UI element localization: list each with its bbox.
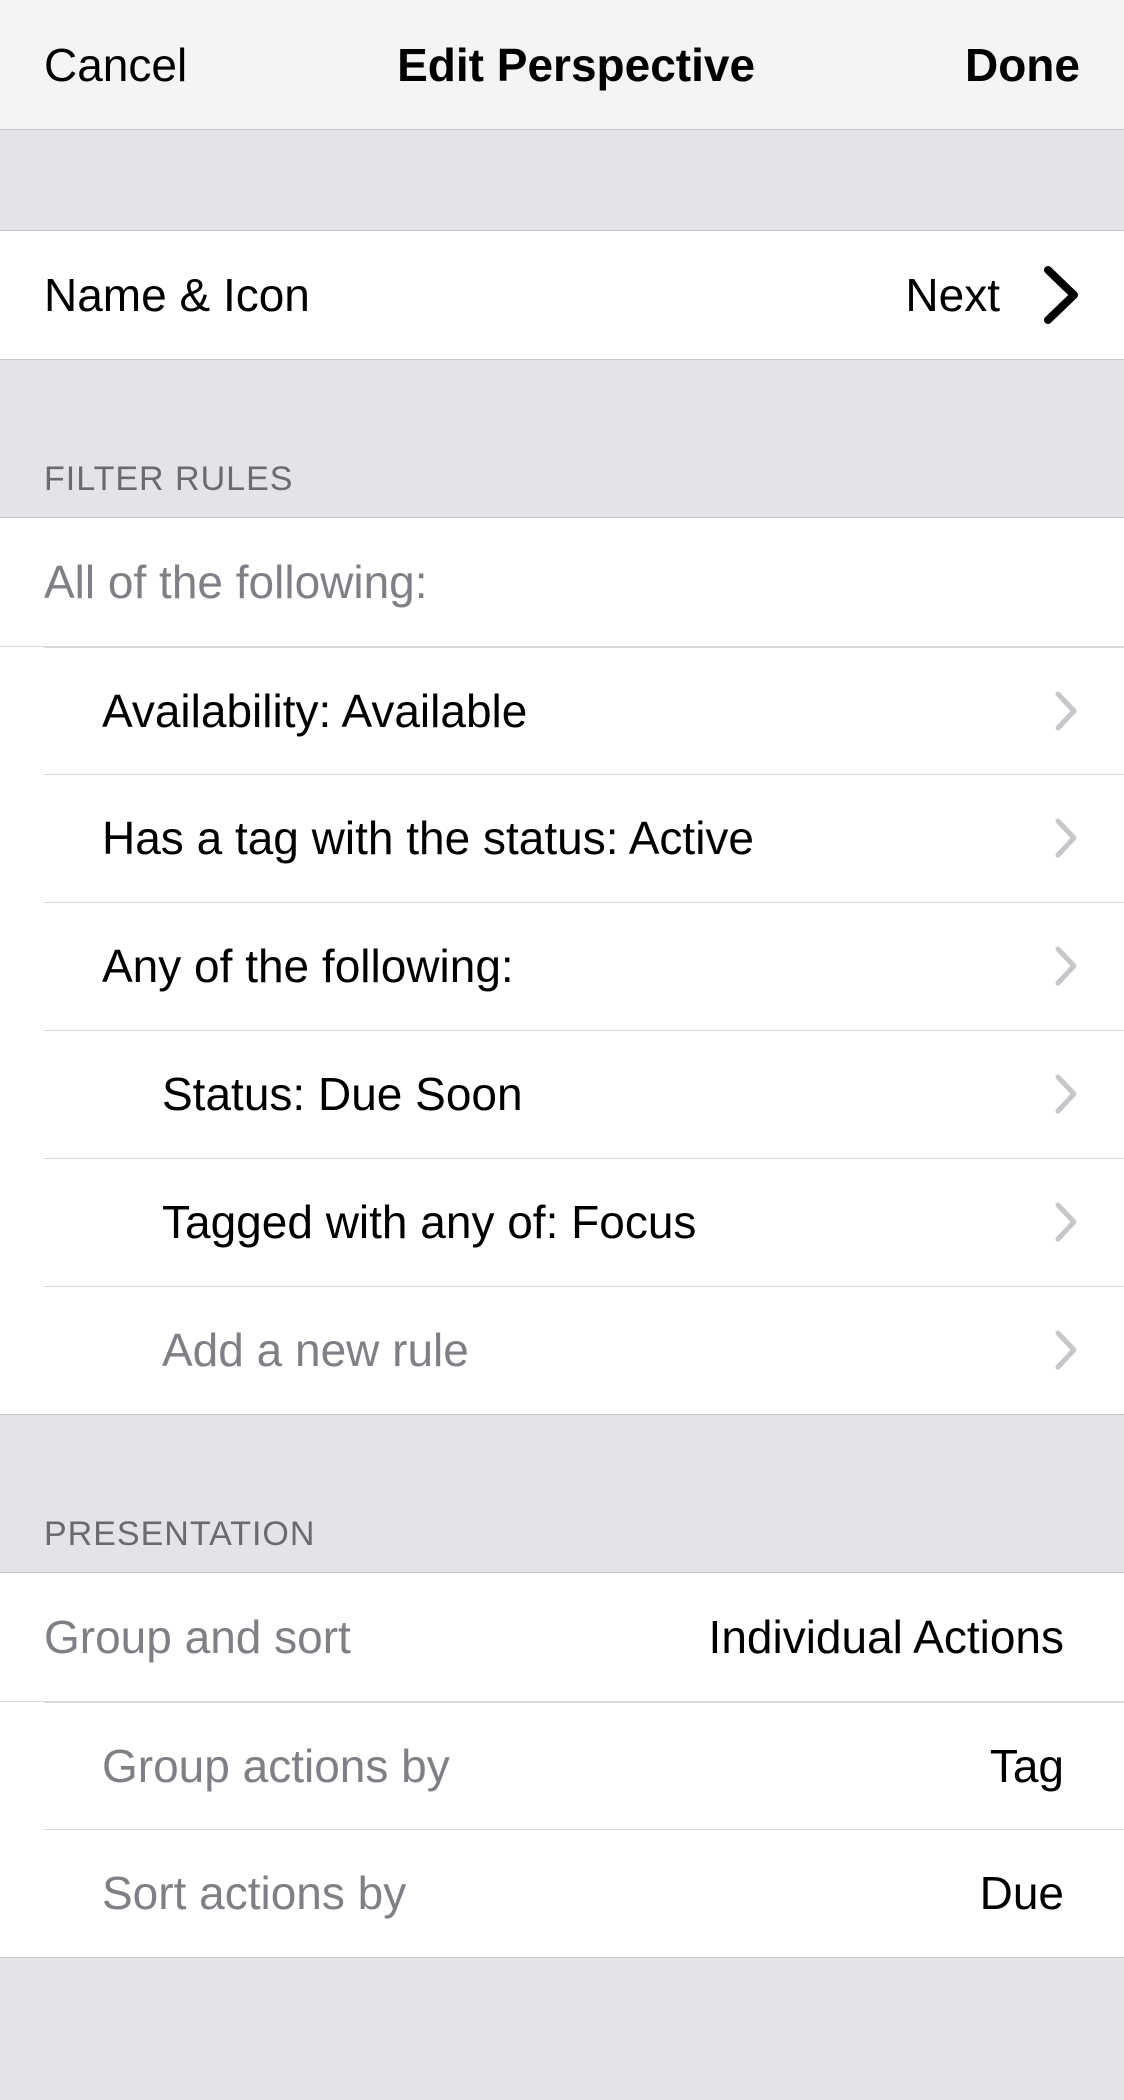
name-icon-value: Next <box>905 268 1000 322</box>
presentation-label: Group and sort <box>44 1610 351 1664</box>
chevron-right-icon <box>1052 1327 1080 1373</box>
section-gap <box>0 1958 1124 2078</box>
presentation-header: PRESENTATION <box>0 1515 1124 1572</box>
presentation-group-by[interactable]: Group actions by Tag <box>0 1701 1124 1829</box>
section-gap <box>0 1415 1124 1515</box>
filter-top-rule[interactable]: All of the following: <box>0 518 1124 646</box>
name-icon-group: Name & Icon Next <box>0 230 1124 360</box>
filter-rule-label: Has a tag with the status: Active <box>102 811 754 865</box>
filter-rule-tag-active[interactable]: Has a tag with the status: Active <box>0 774 1124 902</box>
filter-rule-label: Add a new rule <box>162 1323 469 1377</box>
chevron-right-icon <box>1052 1071 1080 1117</box>
section-gap <box>0 130 1124 230</box>
navbar: Cancel Edit Perspective Done <box>0 0 1124 130</box>
done-button[interactable]: Done <box>965 38 1080 92</box>
presentation-label: Group actions by <box>102 1739 450 1793</box>
filter-rule-any-group[interactable]: Any of the following: <box>0 902 1124 1030</box>
chevron-right-icon <box>1052 688 1080 734</box>
filter-rule-label: Tagged with any of: Focus <box>162 1195 696 1249</box>
filter-rule-add-new[interactable]: Add a new rule <box>0 1286 1124 1414</box>
presentation-sort-by[interactable]: Sort actions by Due <box>0 1829 1124 1957</box>
filter-rule-label: Any of the following: <box>102 939 514 993</box>
filter-top-rule-label: All of the following: <box>44 555 428 609</box>
filter-rules-group: All of the following: Availability: Avai… <box>0 517 1124 1415</box>
filter-rule-label: Status: Due Soon <box>162 1067 523 1121</box>
chevron-right-icon <box>1044 266 1080 324</box>
presentation-group: Group and sort Individual Actions Group … <box>0 1572 1124 1958</box>
filter-rule-availability[interactable]: Availability: Available <box>0 646 1124 774</box>
filter-rule-due-soon[interactable]: Status: Due Soon <box>0 1030 1124 1158</box>
filter-rule-label: Availability: Available <box>102 684 527 738</box>
filter-rule-tagged-focus[interactable]: Tagged with any of: Focus <box>0 1158 1124 1286</box>
presentation-group-sort[interactable]: Group and sort Individual Actions <box>0 1573 1124 1701</box>
presentation-value: Individual Actions <box>709 1610 1064 1664</box>
presentation-value: Due <box>980 1866 1064 1920</box>
cancel-button[interactable]: Cancel <box>44 38 187 92</box>
chevron-right-icon <box>1052 815 1080 861</box>
name-icon-label: Name & Icon <box>44 268 310 322</box>
filter-rules-header: FILTER RULES <box>0 460 1124 517</box>
presentation-value: Tag <box>990 1739 1064 1793</box>
presentation-label: Sort actions by <box>102 1866 406 1920</box>
page-title: Edit Perspective <box>397 38 755 92</box>
chevron-right-icon <box>1052 1199 1080 1245</box>
section-gap <box>0 360 1124 460</box>
name-icon-cell[interactable]: Name & Icon Next <box>0 231 1124 359</box>
chevron-right-icon <box>1052 943 1080 989</box>
